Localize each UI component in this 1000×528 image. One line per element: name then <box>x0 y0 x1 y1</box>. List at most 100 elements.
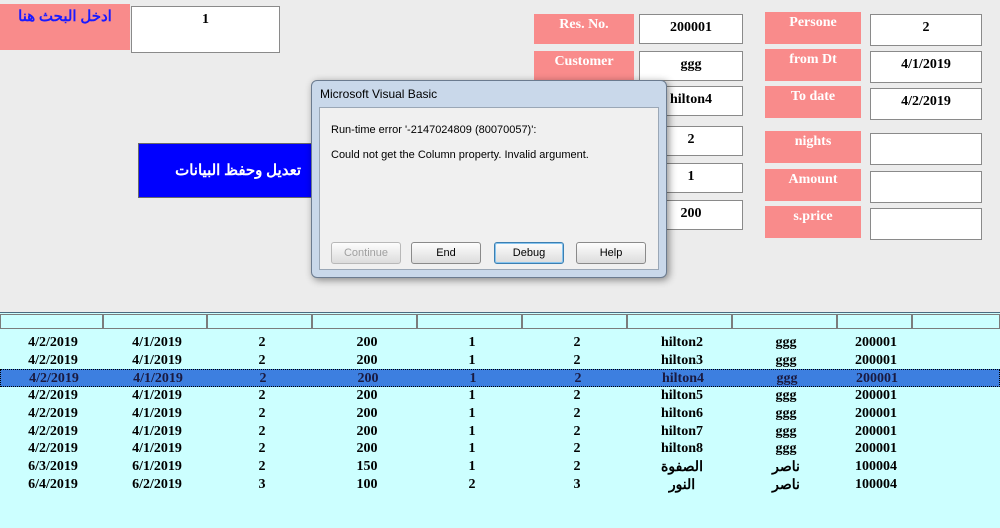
table-cell: 200 <box>356 441 378 457</box>
table-row[interactable]: 4/2/2019 4/1/2019 2 200 1 2 hilton7 ggg 200001 <box>0 423 1000 441</box>
continue-button[interactable]: Continue <box>331 242 401 264</box>
table-cell: 2 <box>573 405 581 421</box>
column-header[interactable] <box>312 314 417 329</box>
table-cell: 1 <box>468 335 476 350</box>
column-header[interactable] <box>417 314 522 329</box>
from-date-field[interactable]: 4/1/2019 <box>870 51 982 83</box>
table-cell: 200 <box>356 405 378 421</box>
s-price-label: s.price <box>765 206 861 238</box>
help-button[interactable]: Help <box>576 242 646 264</box>
table-cell: 2 <box>573 458 581 474</box>
table-cell: 200001 <box>855 335 897 350</box>
table-row[interactable]: 6/3/2019 6/1/2019 2 150 1 2 الصفوة ناصر 100004 <box>0 458 1000 476</box>
table-cell: 2 <box>468 476 476 492</box>
table-cell: 4/2/2019 <box>28 352 78 368</box>
res-no-field[interactable]: 200001 <box>639 14 743 44</box>
table-cell: 4/2/2019 <box>29 371 79 387</box>
table-row[interactable]: 4/2/2019 4/1/2019 2 200 1 2 hilton6 ggg 200001 <box>0 405 1000 423</box>
nights-label: nights <box>765 131 861 163</box>
table-cell: 4/1/2019 <box>132 423 182 439</box>
to-date-field[interactable]: 4/2/2019 <box>870 88 982 120</box>
table-cell: hilton8 <box>660 441 703 457</box>
column-header[interactable] <box>837 314 912 329</box>
table-row[interactable]: 4/2/2019 4/1/2019 2 200 1 2 hilton2 ggg 200001 <box>0 334 1000 352</box>
table-cell: 2 <box>258 352 266 368</box>
table-row[interactable]: 4/2/2019 4/1/2019 2 200 1 2 hilton5 ggg 200001 <box>0 387 1000 405</box>
table-cell: 1 <box>468 441 476 457</box>
table-cell: ggg <box>775 352 797 368</box>
table-cell: 200001 <box>856 371 898 387</box>
table-cell: ggg <box>775 441 797 457</box>
table-cell: 2 <box>573 352 581 368</box>
table-cell: 2 <box>573 441 581 457</box>
table-cell: 3 <box>258 476 266 492</box>
table-cell: 1 <box>468 352 476 368</box>
dialog-title: Microsoft Visual Basic <box>320 87 438 101</box>
search-input[interactable]: 1 <box>131 6 280 53</box>
table-cell: hilton3 <box>660 352 703 368</box>
table-row[interactable]: 4/2/2019 4/1/2019 2 200 1 2 hilton4 ggg 200001 <box>0 369 1000 388</box>
table-cell: 2 <box>258 441 266 457</box>
reservations-list[interactable]: 4/2/2019 4/1/2019 2 200 1 2 hilton2 ggg 200001 4/… <box>0 312 1000 528</box>
customer-label: Customer <box>534 51 634 81</box>
table-row[interactable]: 6/4/2019 6/2/2019 3 100 2 3 النور ناصر 100004 <box>0 476 1000 494</box>
table-cell: ناصر <box>772 459 800 475</box>
table-cell: 1 <box>468 405 476 421</box>
table-cell: ggg <box>775 388 797 404</box>
table-cell: 4/2/2019 <box>28 388 78 404</box>
table-cell: 200 <box>356 388 378 404</box>
table-cell: hilton4 <box>661 371 704 387</box>
table-cell: hilton5 <box>660 388 703 404</box>
debug-button[interactable]: Debug <box>494 242 564 264</box>
table-cell: 200001 <box>855 405 897 421</box>
table-cell: hilton2 <box>660 335 703 350</box>
table-cell: 200001 <box>855 423 897 439</box>
table-cell: 150 <box>356 458 378 474</box>
search-label: ادخل البحث هنا <box>0 4 130 50</box>
table-cell: 200 <box>356 352 378 368</box>
table-cell: 2 <box>573 335 581 350</box>
nights-field[interactable] <box>870 133 982 165</box>
table-cell: 1 <box>468 388 476 404</box>
column-header[interactable] <box>0 314 103 329</box>
table-cell: 6/4/2019 <box>28 476 78 492</box>
end-button[interactable]: End <box>411 242 481 264</box>
table-cell: 2 <box>573 423 581 439</box>
column-header[interactable] <box>732 314 837 329</box>
amount-field[interactable] <box>870 171 982 203</box>
table-cell: 100 <box>356 476 378 492</box>
customer-field[interactable]: ggg <box>639 51 743 81</box>
s-price-field[interactable] <box>870 208 982 240</box>
table-cell: hilton7 <box>660 423 703 439</box>
table-row[interactable]: 4/2/2019 4/1/2019 2 200 1 2 hilton8 ggg 200001 <box>0 440 1000 458</box>
table-cell: 2 <box>573 388 581 404</box>
list-header <box>0 313 1000 330</box>
table-cell: 4/1/2019 <box>132 441 182 457</box>
from-date-label: from Dt <box>765 49 861 81</box>
table-cell: 1 <box>469 371 477 387</box>
column-header[interactable] <box>627 314 732 329</box>
table-cell: 100004 <box>855 458 897 474</box>
persons-field[interactable]: 2 <box>870 14 982 46</box>
table-cell: 200 <box>356 335 378 350</box>
error-dialog: Microsoft Visual Basic Run-time error '-… <box>311 80 667 278</box>
column-header[interactable] <box>522 314 627 329</box>
error-message: Run-time error '-2147024809 (80070057)': <box>331 124 537 136</box>
table-cell: ggg <box>775 423 797 439</box>
table-cell: 2 <box>258 458 266 474</box>
save-button-label: تعديل وحفظ البيانات <box>175 163 301 179</box>
save-button[interactable]: تعديل وحفظ البيانات <box>138 143 318 198</box>
column-header[interactable] <box>103 314 207 329</box>
table-cell: 2 <box>258 335 266 350</box>
error-detail: Could not get the Column property. Inval… <box>331 149 589 161</box>
table-cell: 200 <box>357 371 379 387</box>
column-header[interactable] <box>912 314 1000 329</box>
table-cell: 1 <box>468 423 476 439</box>
column-header[interactable] <box>207 314 312 329</box>
amount-label: Amount <box>765 169 861 201</box>
table-cell: 6/1/2019 <box>132 458 182 474</box>
table-cell: 4/2/2019 <box>28 405 78 421</box>
table-cell: 2 <box>258 388 266 404</box>
table-cell: 4/1/2019 <box>132 335 182 350</box>
table-row[interactable]: 4/2/2019 4/1/2019 2 200 1 2 hilton3 ggg 200001 <box>0 352 1000 370</box>
